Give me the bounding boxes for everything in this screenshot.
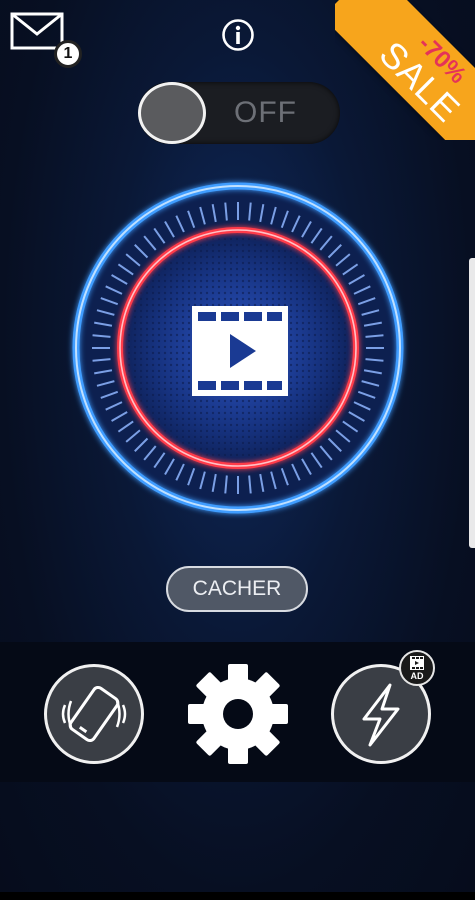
phone-vibrate-icon [61, 685, 127, 743]
scrollbar[interactable] [469, 258, 475, 548]
system-nav-bar [0, 892, 475, 900]
mail-count-badge: 1 [54, 40, 82, 68]
info-button[interactable] [221, 18, 255, 52]
vibrate-button[interactable] [44, 664, 144, 764]
sale-ribbon[interactable]: -70% SALE [335, 0, 475, 140]
info-icon [222, 19, 254, 51]
video-film-button[interactable] [192, 306, 288, 396]
settings-button[interactable] [186, 662, 290, 766]
hide-button[interactable]: CACHER [166, 566, 308, 612]
mail-button[interactable]: 1 [10, 12, 82, 68]
ad-label: AD [410, 671, 424, 681]
video-film-icon [192, 306, 288, 396]
power-toggle[interactable]: OFF [138, 82, 340, 144]
ad-badge: AD [399, 650, 435, 686]
gear-icon [188, 664, 288, 764]
toggle-knob[interactable] [138, 82, 206, 144]
toggle-state-label: OFF [234, 96, 297, 129]
